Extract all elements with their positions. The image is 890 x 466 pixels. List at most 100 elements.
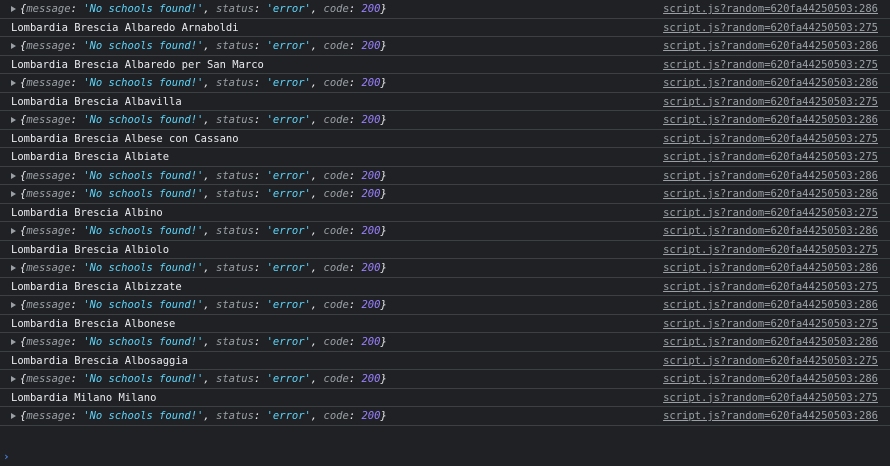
source-link[interactable]: script.js?random=620fa44250503:275 (663, 389, 878, 407)
object-colon: : (348, 77, 362, 89)
object-comma: , (310, 299, 324, 311)
object-preview: {message: 'No schools found!', status: '… (11, 222, 387, 240)
log-message: Lombardia Brescia Albosaggia (11, 354, 189, 367)
object-colon: : (253, 373, 267, 385)
expand-triangle-icon[interactable] (11, 6, 16, 12)
object-key: code (323, 262, 349, 274)
object-key: code (323, 299, 349, 311)
object-number-value: 200 (361, 188, 381, 200)
console-object-row[interactable]: {message: 'No schools found!', status: '… (0, 167, 890, 185)
console-object-row[interactable]: {message: 'No schools found!', status: '… (0, 74, 890, 93)
console-log-row: Lombardia Brescia Albiate script.js?rando… (0, 148, 890, 167)
object-colon: : (70, 410, 84, 422)
console-log-row: Lombardia Brescia Albese con Cassano scri… (0, 130, 890, 148)
expand-triangle-icon[interactable] (11, 117, 16, 123)
object-comma: , (203, 188, 217, 200)
object-comma: , (310, 77, 324, 89)
object-comma: , (203, 225, 217, 237)
source-link[interactable]: script.js?random=620fa44250503:286 (663, 111, 878, 129)
object-key: message (26, 336, 71, 348)
expand-triangle-icon[interactable] (11, 413, 16, 419)
source-link[interactable]: script.js?random=620fa44250503:286 (663, 370, 878, 388)
object-close-brace: } (380, 225, 387, 237)
object-string-value: 'No schools found!' (83, 114, 204, 126)
source-link[interactable]: script.js?random=620fa44250503:275 (663, 93, 878, 111)
expand-triangle-icon[interactable] (11, 80, 16, 86)
object-close-brace: } (380, 262, 387, 274)
source-link[interactable]: script.js?random=620fa44250503:275 (663, 56, 878, 74)
source-link[interactable]: script.js?random=620fa44250503:275 (663, 352, 878, 370)
expand-triangle-icon[interactable] (11, 302, 16, 308)
expand-triangle-icon[interactable] (11, 265, 16, 271)
object-colon: : (253, 410, 267, 422)
log-message: Lombardia Brescia Albizzate (11, 280, 182, 293)
source-link[interactable]: script.js?random=620fa44250503:286 (663, 407, 878, 425)
source-link[interactable]: script.js?random=620fa44250503:286 (663, 185, 878, 203)
expand-triangle-icon[interactable] (11, 191, 16, 197)
console-object-row[interactable]: {message: 'No schools found!', status: '… (0, 111, 890, 130)
object-colon: : (253, 188, 267, 200)
object-string-value: 'error' (266, 373, 311, 385)
console-object-row[interactable]: {message: 'No schools found!', status: '… (0, 370, 890, 389)
expand-triangle-icon[interactable] (11, 376, 16, 382)
object-comma: , (203, 410, 217, 422)
object-string-value: 'No schools found!' (83, 299, 204, 311)
source-link[interactable]: script.js?random=620fa44250503:286 (663, 167, 878, 185)
object-number-value: 200 (361, 169, 381, 182)
console-object-row[interactable]: {message: 'No schools found!', status: '… (0, 259, 890, 278)
expand-triangle-icon[interactable] (11, 228, 16, 234)
source-link[interactable]: script.js?random=620fa44250503:286 (663, 296, 878, 314)
expand-triangle-icon[interactable] (11, 339, 16, 345)
object-colon: : (70, 40, 84, 52)
object-key: status (216, 40, 254, 52)
console-object-row[interactable]: {message: 'No schools found!', status: '… (0, 222, 890, 241)
object-close-brace: } (380, 114, 387, 126)
console-object-row[interactable]: {message: 'No schools found!', status: '… (0, 296, 890, 315)
source-link[interactable]: script.js?random=620fa44250503:286 (663, 333, 878, 351)
log-message: Lombardia Brescia Albiate (11, 151, 170, 163)
console-object-row[interactable]: {message: 'No schools found!', status: '… (0, 407, 890, 426)
source-link[interactable]: script.js?random=620fa44250503:286 (663, 259, 878, 277)
object-string-value: 'No schools found!' (83, 225, 204, 237)
console-object-row[interactable]: {message: 'No schools found!', status: '… (0, 333, 890, 352)
object-number-value: 200 (361, 40, 381, 52)
source-link[interactable]: script.js?random=620fa44250503:275 (663, 148, 878, 166)
source-link[interactable]: script.js?random=620fa44250503:286 (663, 0, 878, 18)
object-comma: , (203, 114, 217, 126)
object-string-value: 'No schools found!' (83, 262, 204, 274)
console-object-row[interactable]: {message: 'No schools found!', status: '… (0, 37, 890, 56)
console-object-row[interactable]: {message: 'No schools found!', status: '… (0, 185, 890, 204)
source-link[interactable]: script.js?random=620fa44250503:275 (663, 130, 878, 148)
console-prompt[interactable]: › (3, 450, 10, 463)
object-key: code (323, 225, 349, 237)
object-close-brace: } (380, 77, 387, 89)
object-string-value: 'error' (266, 40, 311, 52)
object-comma: , (203, 169, 217, 182)
console-log-row: Lombardia Brescia Albaredo Arnaboldi scri… (0, 19, 890, 37)
object-preview: {message: 'No schools found!', status: '… (11, 370, 387, 388)
source-link[interactable]: script.js?random=620fa44250503:275 (663, 19, 878, 37)
source-link[interactable]: script.js?random=620fa44250503:275 (663, 278, 878, 296)
source-link[interactable]: script.js?random=620fa44250503:286 (663, 37, 878, 55)
source-link[interactable]: script.js?random=620fa44250503:275 (663, 204, 878, 222)
expand-triangle-icon[interactable] (11, 172, 16, 179)
source-link[interactable]: script.js?random=620fa44250503:286 (663, 222, 878, 240)
object-comma: , (203, 299, 217, 311)
expand-triangle-icon[interactable] (11, 43, 16, 49)
console-log-row: Lombardia Brescia Albaredo per San Marco… (0, 56, 890, 74)
source-link[interactable]: script.js?random=620fa44250503:286 (663, 74, 878, 92)
object-key: message (26, 40, 71, 52)
object-close-brace: } (380, 373, 387, 385)
object-colon: : (253, 299, 267, 311)
object-colon: : (348, 373, 362, 385)
object-colon: : (70, 262, 84, 274)
object-key: code (323, 410, 349, 422)
object-preview: {message: 'No schools found!', status: '… (11, 333, 387, 351)
object-key: status (216, 373, 254, 385)
object-string-value: 'error' (266, 114, 311, 126)
console-object-row[interactable]: {message: 'No schools found!', status: '… (0, 0, 890, 19)
source-link[interactable]: script.js?random=620fa44250503:275 (663, 241, 878, 259)
object-key: code (323, 188, 349, 200)
source-link[interactable]: script.js?random=620fa44250503:275 (663, 315, 878, 333)
object-key: message (26, 262, 71, 274)
